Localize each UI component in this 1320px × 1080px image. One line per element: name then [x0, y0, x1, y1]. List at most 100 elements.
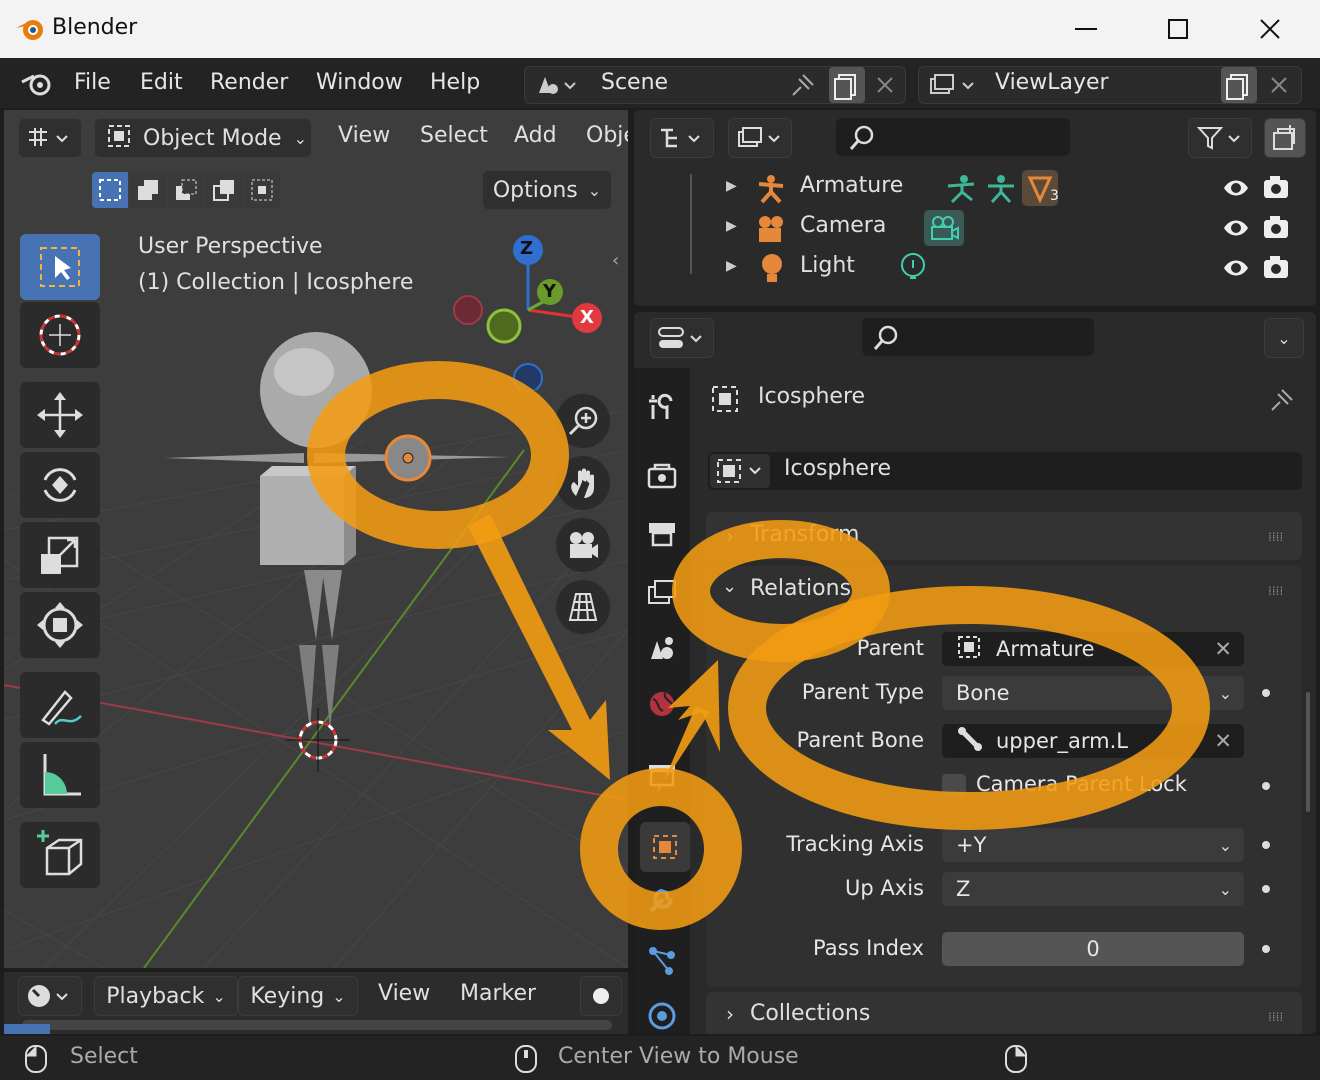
filter-button[interactable]	[1188, 118, 1252, 158]
rotate-tool[interactable]	[20, 452, 100, 518]
current-frame-indicator[interactable]	[4, 1024, 50, 1034]
tab-modifier-icon[interactable]	[634, 874, 690, 926]
perspective-toggle-icon[interactable]	[556, 580, 610, 634]
tab-output-icon[interactable]	[634, 508, 690, 560]
maximize-button[interactable]	[1148, 8, 1208, 50]
expand-arrow-icon[interactable]: ▶	[726, 258, 737, 274]
menu-window[interactable]: Window	[316, 70, 403, 95]
display-mode-button[interactable]	[728, 118, 792, 158]
scene-name[interactable]: Scene	[601, 70, 668, 95]
tab-physics-icon[interactable]	[634, 990, 690, 1034]
visibility-eye-icon[interactable]	[1222, 176, 1250, 204]
keyframe-dot-icon[interactable]	[1262, 885, 1270, 893]
drag-handle-icon[interactable]: ⁞⁞⁞⁞	[1268, 1010, 1283, 1024]
viewlayer-selector[interactable]: ViewLayer	[918, 66, 1302, 104]
timeline-scrubber[interactable]	[22, 1020, 612, 1030]
scene-selector[interactable]: Scene	[524, 66, 906, 104]
timeline-editor-type-button[interactable]	[18, 976, 82, 1016]
properties-scrollbar[interactable]	[1306, 692, 1310, 812]
expand-arrow-icon[interactable]: ▶	[726, 178, 737, 194]
object-datablock-field[interactable]: Icosphere	[708, 452, 1302, 490]
visibility-eye-icon[interactable]	[1222, 256, 1250, 284]
camera-data-icon[interactable]	[924, 210, 964, 246]
delete-viewlayer-icon[interactable]	[1269, 75, 1289, 99]
object-browse-button[interactable]	[710, 454, 770, 488]
camera-view-icon[interactable]	[556, 518, 610, 572]
menu-help[interactable]: Help	[430, 70, 480, 95]
drag-handle-icon[interactable]: ⁞⁞⁞⁞	[1268, 584, 1283, 598]
move-tool[interactable]	[20, 382, 100, 448]
expand-arrow-icon[interactable]: ▶	[726, 218, 737, 234]
properties-editor-type-button[interactable]	[650, 318, 714, 358]
up-axis-dropdown[interactable]: Z ⌄	[942, 872, 1244, 906]
playback-menu[interactable]: Playback ⌄	[94, 976, 238, 1016]
outliner-row-camera[interactable]: ▶ Camera	[634, 210, 1316, 250]
pass-index-field[interactable]: 0	[942, 932, 1244, 966]
tracking-axis-dropdown[interactable]: +Y ⌄	[942, 828, 1244, 862]
select-extend-icon[interactable]	[130, 172, 166, 208]
editor-type-button[interactable]	[18, 118, 82, 158]
tab-collection-icon[interactable]	[634, 748, 690, 800]
close-button[interactable]	[1240, 8, 1300, 50]
clear-x-icon[interactable]: ✕	[1214, 637, 1232, 661]
annotate-tool[interactable]	[20, 672, 100, 738]
new-scene-icon[interactable]	[829, 67, 865, 103]
parent-type-dropdown[interactable]: Bone ⌄	[942, 676, 1244, 710]
outliner-search-input[interactable]	[836, 118, 1070, 156]
tab-particles-icon[interactable]	[634, 934, 690, 986]
bone-group-icon[interactable]	[986, 174, 1016, 208]
pin-icon[interactable]	[789, 73, 815, 101]
select-invert-icon[interactable]	[206, 172, 242, 208]
keyframe-dot-icon[interactable]	[1262, 782, 1270, 790]
measure-tool[interactable]	[20, 742, 100, 808]
add-cube-tool[interactable]	[20, 822, 100, 888]
tab-scene-icon[interactable]	[634, 622, 690, 674]
select-new-icon[interactable]	[92, 172, 128, 208]
viewport-menu-add[interactable]: Add	[514, 123, 557, 148]
pose-icon[interactable]	[946, 174, 976, 208]
pin-icon[interactable]	[1268, 386, 1296, 416]
keying-menu[interactable]: Keying ⌄	[238, 976, 358, 1016]
select-subtract-icon[interactable]	[168, 172, 204, 208]
outliner-row-light[interactable]: ▶ Light	[634, 250, 1316, 290]
chevron-down-icon[interactable]: ⌄	[722, 576, 737, 597]
keyframe-dot-icon[interactable]	[1262, 945, 1270, 953]
object-mode-dropdown[interactable]: Object Mode ⌄	[94, 118, 312, 158]
new-viewlayer-icon[interactable]	[1221, 67, 1257, 103]
render-camera-icon[interactable]	[1262, 214, 1290, 244]
render-camera-icon[interactable]	[1262, 254, 1290, 284]
minimize-button[interactable]	[1056, 8, 1116, 50]
tab-world-icon[interactable]	[634, 678, 690, 730]
render-camera-icon[interactable]	[1262, 174, 1290, 204]
viewport-menu-select[interactable]: Select	[420, 123, 488, 148]
outliner-row-armature[interactable]: ▶ Armature 3	[634, 170, 1316, 210]
object-datablock-name[interactable]: Icosphere	[784, 456, 891, 481]
relations-section-label[interactable]: Relations	[750, 576, 851, 601]
blender-menu-icon[interactable]	[20, 70, 54, 102]
new-collection-button[interactable]	[1264, 118, 1306, 158]
timeline-menu-marker[interactable]: Marker	[460, 981, 536, 1006]
sidebar-toggle-icon[interactable]: ‹	[612, 250, 628, 280]
properties-options-button[interactable]: ⌄	[1264, 318, 1304, 358]
keyframe-dot-icon[interactable]	[1262, 841, 1270, 849]
keyframe-dot-icon[interactable]	[1262, 689, 1270, 697]
scale-tool[interactable]	[20, 522, 100, 588]
menu-file[interactable]: File	[74, 70, 111, 95]
light-data-icon[interactable]	[898, 252, 928, 288]
transform-tool[interactable]	[20, 592, 100, 658]
pan-hand-icon[interactable]	[556, 456, 610, 510]
tab-tool-icon[interactable]	[634, 380, 690, 432]
parent-field[interactable]: Armature ✕	[942, 632, 1244, 666]
select-box-tool[interactable]	[20, 234, 100, 300]
zoom-icon[interactable]	[556, 394, 610, 448]
collections-section-header[interactable]: › Collections ⁞⁞⁞⁞	[706, 992, 1302, 1034]
transform-section-header[interactable]: › Transform ⁞⁞⁞⁞	[706, 512, 1302, 560]
timeline-menu-view[interactable]: View	[378, 981, 430, 1006]
tab-render-icon[interactable]	[634, 450, 690, 502]
menu-edit[interactable]: Edit	[140, 70, 183, 95]
drag-handle-icon[interactable]: ⁞⁞⁞⁞	[1268, 530, 1283, 544]
record-button[interactable]	[580, 976, 622, 1016]
viewport-menu-object[interactable]: Obje	[586, 123, 628, 148]
camera-parent-lock-checkbox[interactable]	[942, 774, 966, 798]
tab-view-layer-icon[interactable]	[634, 566, 690, 618]
